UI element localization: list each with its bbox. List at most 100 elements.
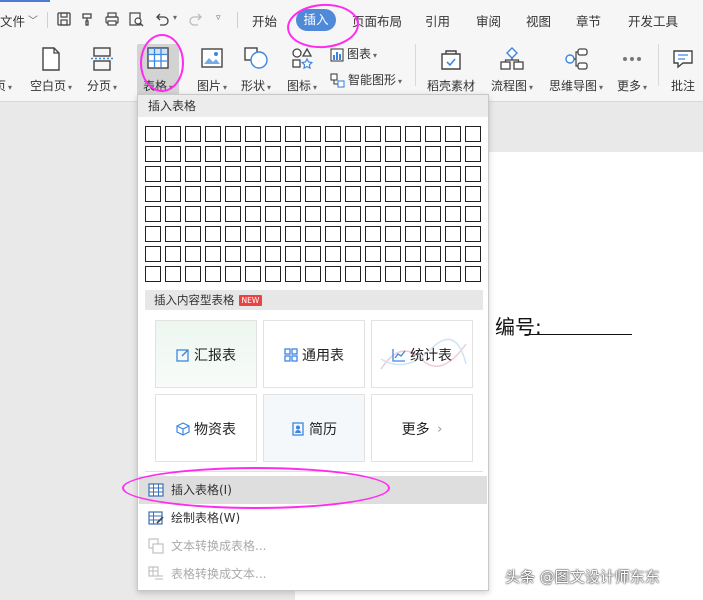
- page-break-button[interactable]: 分页 ▾: [82, 44, 122, 98]
- grid-cell[interactable]: [265, 246, 281, 262]
- blank-page-button[interactable]: 空白页 ▾: [26, 44, 76, 98]
- tab-view[interactable]: 视图: [526, 11, 551, 30]
- tab-developer-tools[interactable]: 开发工具: [628, 11, 678, 30]
- grid-cell[interactable]: [245, 246, 261, 262]
- grid-cell[interactable]: [245, 146, 261, 162]
- grid-cell[interactable]: [465, 226, 481, 242]
- grid-cell[interactable]: [405, 266, 421, 282]
- grid-cell[interactable]: [465, 266, 481, 282]
- grid-cell[interactable]: [265, 266, 281, 282]
- grid-cell[interactable]: [325, 146, 341, 162]
- mindmap-button[interactable]: 思维导图 ▾: [546, 44, 606, 98]
- grid-cell[interactable]: [385, 126, 401, 142]
- grid-cell[interactable]: [405, 146, 421, 162]
- grid-cell[interactable]: [265, 126, 281, 142]
- icon-button[interactable]: 图标 ▾: [282, 44, 322, 98]
- grid-cell[interactable]: [305, 126, 321, 142]
- table-size-grid[interactable]: [145, 126, 485, 286]
- grid-cell[interactable]: [365, 166, 381, 182]
- grid-cell[interactable]: [345, 186, 361, 202]
- grid-cell[interactable]: [245, 226, 261, 242]
- save-icon[interactable]: [56, 11, 72, 27]
- grid-cell[interactable]: [225, 266, 241, 282]
- chevron-down-icon[interactable]: ﹀: [28, 12, 38, 27]
- tab-review[interactable]: 审阅: [476, 11, 501, 30]
- grid-cell[interactable]: [305, 166, 321, 182]
- grid-cell[interactable]: [265, 186, 281, 202]
- grid-cell[interactable]: [145, 266, 161, 282]
- grid-cell[interactable]: [205, 166, 221, 182]
- grid-cell[interactable]: [305, 206, 321, 222]
- grid-cell[interactable]: [205, 126, 221, 142]
- grid-cell[interactable]: [365, 206, 381, 222]
- grid-cell[interactable]: [345, 166, 361, 182]
- grid-cell[interactable]: [145, 226, 161, 242]
- grid-cell[interactable]: [305, 146, 321, 162]
- grid-cell[interactable]: [325, 246, 341, 262]
- grid-cell[interactable]: [325, 126, 341, 142]
- cover-page-button[interactable]: 页▾: [0, 44, 12, 98]
- grid-cell[interactable]: [405, 186, 421, 202]
- grid-cell[interactable]: [385, 246, 401, 262]
- tile-materials-table[interactable]: 物资表: [155, 394, 257, 462]
- grid-cell[interactable]: [265, 206, 281, 222]
- grid-cell[interactable]: [145, 186, 161, 202]
- menu-draw-table[interactable]: 绘制表格(W): [139, 504, 487, 532]
- grid-cell[interactable]: [445, 246, 461, 262]
- grid-cell[interactable]: [365, 146, 381, 162]
- menu-file[interactable]: 文件: [0, 11, 25, 30]
- undo-dropdown-icon[interactable]: ▾: [173, 13, 177, 22]
- grid-cell[interactable]: [225, 246, 241, 262]
- grid-cell[interactable]: [365, 226, 381, 242]
- tile-general-table[interactable]: 通用表: [263, 320, 365, 388]
- grid-cell[interactable]: [345, 266, 361, 282]
- tab-section[interactable]: 章节: [576, 11, 601, 30]
- grid-cell[interactable]: [465, 246, 481, 262]
- grid-cell[interactable]: [325, 226, 341, 242]
- grid-cell[interactable]: [245, 206, 261, 222]
- grid-cell[interactable]: [305, 266, 321, 282]
- grid-cell[interactable]: [185, 126, 201, 142]
- grid-cell[interactable]: [345, 226, 361, 242]
- grid-cell[interactable]: [445, 146, 461, 162]
- grid-cell[interactable]: [305, 246, 321, 262]
- grid-cell[interactable]: [365, 186, 381, 202]
- more-button[interactable]: 更多 ▾: [612, 44, 652, 98]
- tab-home[interactable]: 开始: [252, 11, 277, 30]
- comment-button[interactable]: 批注: [666, 44, 700, 98]
- picture-button[interactable]: 图片 ▾: [193, 44, 231, 98]
- grid-cell[interactable]: [165, 126, 181, 142]
- docer-material-button[interactable]: 稻壳素材: [424, 44, 478, 98]
- grid-cell[interactable]: [205, 266, 221, 282]
- menu-text-to-table[interactable]: 文本转换成表格...: [139, 532, 487, 560]
- grid-cell[interactable]: [185, 226, 201, 242]
- chart-button[interactable]: 图表 ▾: [330, 45, 377, 65]
- grid-cell[interactable]: [185, 166, 201, 182]
- grid-cell[interactable]: [345, 126, 361, 142]
- grid-cell[interactable]: [365, 246, 381, 262]
- print-icon[interactable]: [104, 11, 120, 27]
- grid-cell[interactable]: [205, 146, 221, 162]
- grid-cell[interactable]: [325, 166, 341, 182]
- redo-icon[interactable]: [188, 11, 204, 27]
- grid-cell[interactable]: [185, 146, 201, 162]
- grid-cell[interactable]: [165, 226, 181, 242]
- grid-cell[interactable]: [185, 266, 201, 282]
- tab-page-layout[interactable]: 页面布局: [352, 11, 402, 30]
- grid-cell[interactable]: [225, 126, 241, 142]
- grid-cell[interactable]: [465, 186, 481, 202]
- grid-cell[interactable]: [205, 246, 221, 262]
- grid-cell[interactable]: [165, 146, 181, 162]
- grid-cell[interactable]: [185, 246, 201, 262]
- grid-cell[interactable]: [405, 246, 421, 262]
- grid-cell[interactable]: [385, 166, 401, 182]
- print-preview-icon[interactable]: [128, 11, 144, 27]
- grid-cell[interactable]: [225, 226, 241, 242]
- grid-cell[interactable]: [165, 206, 181, 222]
- grid-cell[interactable]: [145, 166, 161, 182]
- grid-cell[interactable]: [225, 206, 241, 222]
- undo-icon[interactable]: [154, 11, 170, 27]
- grid-cell[interactable]: [285, 226, 301, 242]
- grid-cell[interactable]: [165, 266, 181, 282]
- grid-cell[interactable]: [165, 186, 181, 202]
